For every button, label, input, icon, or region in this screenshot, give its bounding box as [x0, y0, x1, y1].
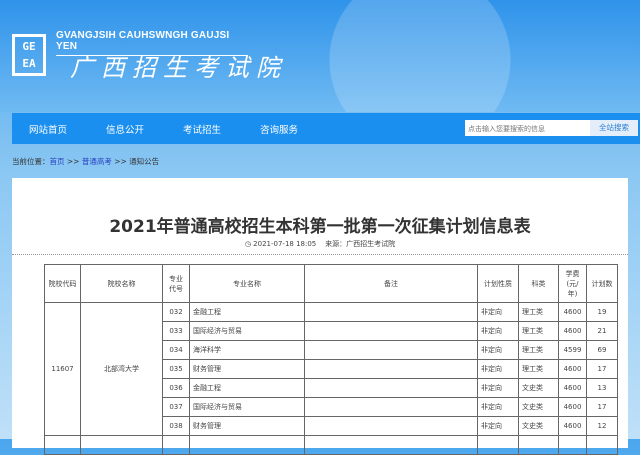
remark [304, 340, 478, 360]
major-code: 035 [162, 359, 190, 379]
plan-type: 非定向 [477, 397, 519, 417]
major-name: 国际经济与贸易 [189, 397, 305, 417]
plan-table: 院校代码 院校名称 专业代号 专业名称 备注 计划性质 科类 学费(元/年) 计… [44, 264, 618, 455]
divider [12, 254, 628, 255]
major-name: 财务管理 [189, 416, 305, 436]
site-logo[interactable]: GE EA [12, 34, 46, 76]
remark [304, 321, 478, 341]
breadcrumb-current: 通知公告 [129, 157, 160, 166]
source: 来源：广西招生考试院 [325, 240, 396, 248]
category: 文史类 [518, 397, 559, 417]
tuition: 4600 [558, 397, 587, 417]
breadcrumb-sep: >> [64, 157, 82, 166]
col-tuition: 学费(元/年) [558, 264, 587, 303]
tuition: 4599 [558, 340, 587, 360]
major-code: 034 [162, 340, 190, 360]
search-input[interactable]: 点击输入您要搜索的信息 [465, 120, 590, 136]
table-row [44, 435, 618, 455]
table-row: 11607 北部湾大学 032 金融工程 非定向 理工类 4600 19 [44, 302, 618, 436]
plan-type: 非定向 [477, 378, 519, 398]
col-school-name: 院校名称 [80, 264, 163, 303]
category: 理工类 [518, 359, 559, 379]
page-title: 2021年普通高校招生本科第一批第一次征集计划信息表 [109, 217, 531, 237]
col-remark: 备注 [304, 264, 478, 303]
plan-type: 非定向 [477, 321, 519, 341]
plan-type: 非定向 [477, 416, 519, 436]
publish-date: 2021-07-18 18:05 [253, 240, 317, 248]
major-name: 国际经济与贸易 [189, 321, 305, 341]
category: 理工类 [518, 321, 559, 341]
plan-type: 非定向 [477, 340, 519, 360]
header-banner: GE EA GVANGJSIH CAUHSWNGH GAUJSI YEN 广西招生… [0, 0, 640, 112]
article-meta: ◷ 2021-07-18 18:05 来源：广西招生考试院 [0, 239, 640, 249]
remark [304, 359, 478, 379]
breadcrumb-home[interactable]: 首页 [50, 157, 65, 166]
major-code: 032 [162, 302, 190, 322]
remark [304, 378, 478, 398]
table-header: 院校代码 院校名称 专业代号 专业名称 备注 计划性质 科类 学费(元/年) 计… [44, 264, 618, 303]
plan-type: 非定向 [477, 359, 519, 379]
plan-count: 12 [586, 416, 618, 436]
col-plan-count: 计划数 [586, 264, 618, 303]
col-category: 科类 [518, 264, 559, 303]
category: 理工类 [518, 302, 559, 322]
nav-exam[interactable]: 考试招生 [183, 122, 243, 136]
col-plan-type: 计划性质 [477, 264, 519, 303]
tuition: 4600 [558, 302, 587, 322]
plan-count: 13 [586, 378, 618, 398]
major-name: 金融工程 [189, 378, 305, 398]
tuition: 4600 [558, 321, 587, 341]
tuition: 4600 [558, 378, 587, 398]
clock-icon: ◷ [244, 240, 254, 248]
breadcrumb-sep: >> [111, 157, 130, 166]
remark [304, 302, 478, 322]
category: 文史类 [518, 416, 559, 436]
major-code: 037 [162, 397, 190, 417]
nav-home[interactable]: 网站首页 [29, 122, 89, 136]
plan-count: 19 [586, 302, 618, 322]
nav-info[interactable]: 信息公开 [106, 122, 166, 136]
major-name: 海洋科学 [189, 340, 305, 360]
school-code: 11607 [44, 302, 81, 436]
breadcrumb-label: 当前位置： [12, 157, 50, 166]
tuition: 4600 [558, 359, 587, 379]
school-name: 北部湾大学 [80, 302, 163, 436]
tuition: 4600 [558, 416, 587, 436]
major-name: 金融工程 [189, 302, 305, 322]
chinese-name: 广西招生考试院 [70, 54, 287, 82]
major-code: 038 [162, 416, 190, 436]
plan-type: 非定向 [477, 302, 519, 322]
category: 理工类 [518, 340, 559, 360]
category: 文史类 [518, 378, 559, 398]
major-name: 财务管理 [189, 359, 305, 379]
remark [304, 416, 478, 436]
major-code: 036 [162, 378, 190, 398]
breadcrumb: 当前位置：首页 >> 普通高考 >> 通知公告 [12, 156, 159, 167]
breadcrumb-gaokao[interactable]: 普通高考 [82, 157, 112, 166]
col-school-code: 院校代码 [44, 264, 81, 303]
remark [304, 397, 478, 417]
major-code: 033 [162, 321, 190, 341]
nav-consult[interactable]: 咨询服务 [260, 122, 320, 136]
plan-count: 69 [586, 340, 618, 360]
search-button[interactable]: 全站搜索 [590, 120, 638, 136]
plan-count: 21 [586, 321, 618, 341]
col-major-code: 专业代号 [162, 264, 190, 303]
plan-count: 17 [586, 359, 618, 379]
col-major-name: 专业名称 [189, 264, 305, 303]
plan-count: 17 [586, 397, 618, 417]
